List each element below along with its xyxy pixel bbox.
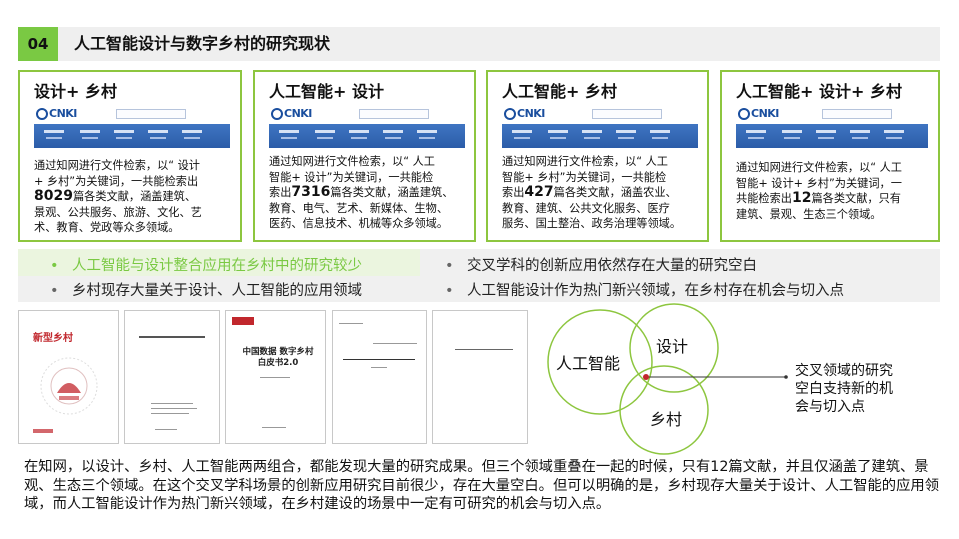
venn-label-village: 乡村 xyxy=(650,410,683,429)
search-box-icon xyxy=(359,109,429,119)
cnki-logo-icon: CNKI xyxy=(738,107,779,120)
cnki-search-screenshot: CNKI xyxy=(736,104,928,150)
overlap-dot-icon xyxy=(643,374,649,380)
page-title: 人工智能设计与数字乡村的研究现状 xyxy=(74,34,331,53)
nav-bar xyxy=(34,124,230,148)
card-ai-village: 人工智能+ 乡村 CNKI 通过知网进行文件检索，以“ 人工 智能+ 乡村”为关… xyxy=(486,70,709,242)
card-title: 人工智能+ 设计+ 乡村 xyxy=(736,82,902,101)
emblem-icon xyxy=(33,357,98,433)
doc-title: 中国数据 数字乡村白皮书2.0 xyxy=(242,347,314,368)
venn-label-design: 设计 xyxy=(656,337,689,356)
card-title: 人工智能+ 设计 xyxy=(269,82,384,101)
cnki-logo-icon: CNKI xyxy=(504,107,545,120)
document-thumbnail xyxy=(124,310,220,444)
nav-bar xyxy=(269,124,465,148)
bullet-item-highlight: • 人工智能与设计整合应用在乡村中的研究较少 xyxy=(50,258,362,274)
search-box-icon xyxy=(116,109,186,119)
document-thumbnail xyxy=(332,310,427,444)
card-description: 通过知网进行文件检索，以“ 人工 智能+ 设计”为关键词，一共能检 索出7316… xyxy=(269,155,454,230)
bullet-item: • 乡村现存大量关于设计、人工智能的应用领域 xyxy=(50,283,362,299)
card-description: 通过知网进行文件检索，以“ 设计 + 乡村”为关键词，一共能检索出 8029篇各… xyxy=(34,159,202,234)
cnki-logo-icon: CNKI xyxy=(36,107,77,120)
card-title: 人工智能+ 乡村 xyxy=(502,82,617,101)
card-description: 通过知网进行文件检索，以“ 人工 智能+ 乡村”为关键词，一共能检 索出427篇… xyxy=(502,155,682,230)
cnki-search-screenshot: CNKI xyxy=(34,104,230,150)
venn-label-ai: 人工智能 xyxy=(556,354,621,373)
cnki-search-screenshot: CNKI xyxy=(269,104,465,150)
red-logo-icon xyxy=(232,317,254,325)
bullet-item: • 交叉学科的创新应用依然存在大量的研究空白 xyxy=(445,258,757,274)
card-ai-design-village: 人工智能+ 设计+ 乡村 CNKI 通过知网进行文件检索，以“ 人工 智能+ 设… xyxy=(720,70,940,242)
card-design-village: 设计+ 乡村 CNKI 通过知网进行文件检索，以“ 设计 + 乡村”为关键词，一… xyxy=(18,70,242,242)
document-thumbnail: 中国数据 数字乡村白皮书2.0 xyxy=(225,310,326,444)
count-value: 8029 xyxy=(34,188,73,204)
nav-bar xyxy=(736,124,928,148)
count-value: 12 xyxy=(791,190,812,206)
count-value: 7316 xyxy=(291,184,331,200)
pointer-end-icon xyxy=(784,375,788,379)
cnki-logo-icon: CNKI xyxy=(271,107,312,120)
venn-note: 交叉领域的研究 空白支持新的机 会与切入点 xyxy=(795,363,893,415)
summary-paragraph: 在知网，以设计、乡村、人工智能两两组合，都能发现大量的研究成果。但三个领域重叠在… xyxy=(24,459,939,512)
nav-bar xyxy=(502,124,698,148)
document-thumbnail: 新型乡村 xyxy=(18,310,119,444)
card-description: 通过知网进行文件检索，以“ 人工 智能+ 设计+ 乡村”为关键词，一 共能检索出… xyxy=(736,161,902,221)
search-box-icon xyxy=(822,109,892,119)
section-header: 04 人工智能设计与数字乡村的研究现状 xyxy=(18,27,940,61)
card-title: 设计+ 乡村 xyxy=(34,82,117,101)
section-number: 04 xyxy=(18,27,58,61)
document-thumbnail xyxy=(432,310,528,444)
bullet-item: • 人工智能设计作为热门新兴领域，在乡村存在机会与切入点 xyxy=(445,283,844,299)
cnki-search-screenshot: CNKI xyxy=(502,104,698,150)
search-box-icon xyxy=(592,109,662,119)
card-ai-design: 人工智能+ 设计 CNKI 通过知网进行文件检索，以“ 人工 智能+ 设计”为关… xyxy=(253,70,476,242)
count-value: 427 xyxy=(524,184,554,200)
